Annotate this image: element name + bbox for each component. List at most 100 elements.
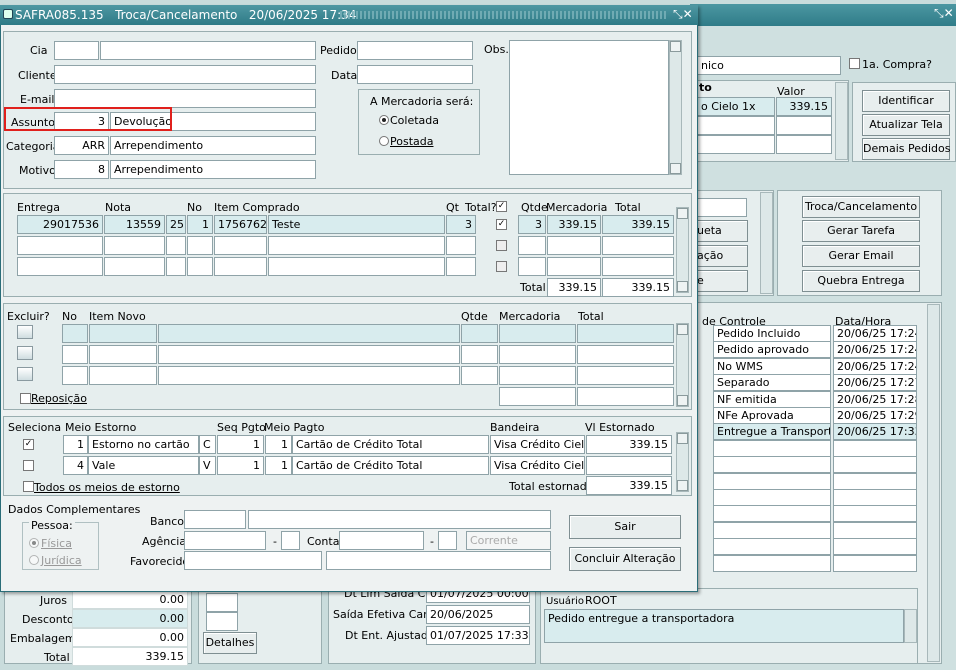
agencia-field[interactable] xyxy=(184,531,266,550)
items-scrollbar[interactable] xyxy=(676,207,689,293)
demais-pedidos-button[interactable]: Demais Pedidos xyxy=(862,138,950,160)
estorno-cell[interactable]: 1 xyxy=(265,435,292,454)
log-row-datahora[interactable] xyxy=(833,439,917,457)
log-row-controle[interactable] xyxy=(713,554,831,572)
bg-pagamento-row[interactable]: o Cielo 1x xyxy=(697,97,775,116)
concluir-alteracao-button[interactable]: Concluir Alteração xyxy=(569,547,681,571)
item-total[interactable]: 339.15 xyxy=(602,215,674,234)
item-empty-cell[interactable] xyxy=(214,236,267,255)
bg-window-close-icon[interactable]: ⤡✕ xyxy=(934,6,954,21)
obs-scrollbar[interactable] xyxy=(669,40,682,175)
item-empty-cell[interactable] xyxy=(446,236,476,255)
bg-cut-button-2[interactable]: ação xyxy=(690,245,748,267)
item-empty-cell[interactable] xyxy=(268,236,445,255)
item-empty-cell[interactable] xyxy=(187,236,213,255)
primeira-compra-checkbox[interactable] xyxy=(849,58,860,69)
fisica-radio[interactable] xyxy=(29,538,39,548)
estorno-cell[interactable]: Cartão de Crédito Total xyxy=(292,456,489,475)
new-item-cell[interactable] xyxy=(89,324,157,343)
item-qtde[interactable]: 3 xyxy=(518,215,546,234)
item-total-checkbox[interactable] xyxy=(496,240,507,251)
log-row-datahora[interactable]: 20/06/25 17:33 xyxy=(833,423,917,441)
atualizar-tela-button[interactable]: Atualizar Tela xyxy=(862,114,950,136)
new-item-cell[interactable] xyxy=(158,345,460,364)
log-row-datahora[interactable] xyxy=(833,521,917,539)
new-item-cell[interactable] xyxy=(461,345,498,364)
seleciona-checkbox[interactable]: ✓ xyxy=(23,439,34,450)
item-empty-cell[interactable] xyxy=(602,257,674,276)
categoria-desc-field[interactable]: Arrependimento xyxy=(110,136,316,155)
close-icon[interactable]: ⤡✕ xyxy=(673,7,693,22)
item-entrega[interactable]: 29017536 xyxy=(17,215,103,234)
estorno-scrollbar[interactable] xyxy=(676,432,689,492)
conta-field[interactable] xyxy=(339,531,424,550)
log-row-controle[interactable] xyxy=(713,456,831,474)
log-row-datahora[interactable]: 20/06/25 17:24 xyxy=(833,341,917,359)
bg-pag-scrollbar[interactable] xyxy=(835,82,848,160)
item-total-checkbox[interactable]: ✓ xyxy=(496,219,507,230)
status-scrollbar[interactable] xyxy=(904,609,917,643)
detalhes-button[interactable]: Detalhes xyxy=(203,632,257,654)
new-item-cell[interactable] xyxy=(62,324,88,343)
total-all-checkbox[interactable]: ✓ xyxy=(496,201,507,212)
excluir-icon[interactable] xyxy=(17,325,33,339)
log-row-controle[interactable] xyxy=(713,489,831,506)
cliente-field[interactable] xyxy=(54,65,316,84)
item-empty-cell[interactable] xyxy=(602,236,674,255)
item-empty-cell[interactable] xyxy=(104,257,165,276)
item-empty-cell[interactable] xyxy=(187,257,213,276)
log-row-controle[interactable]: NFe Aprovada xyxy=(713,407,831,424)
new-item-cell[interactable] xyxy=(499,324,576,343)
estorno-cell[interactable]: V xyxy=(199,456,216,475)
bg-pag-empty-3[interactable] xyxy=(697,135,775,154)
date-value[interactable]: 01/07/2025 17:33 xyxy=(426,626,530,645)
item-empty-cell[interactable] xyxy=(518,257,546,276)
excluir-icon[interactable] xyxy=(17,367,33,381)
bg-pag-empty-1[interactable] xyxy=(697,116,775,135)
date-value[interactable]: 20/06/2025 xyxy=(426,605,530,624)
new-item-cell[interactable] xyxy=(89,366,157,385)
conta-dv-field[interactable] xyxy=(438,531,457,550)
gerar-email-button[interactable]: Gerar Email xyxy=(802,245,920,267)
log-row-datahora[interactable] xyxy=(833,472,917,490)
log-row-datahora[interactable]: 20/06/25 17:24 xyxy=(833,357,917,375)
bg-cut-button-1[interactable]: ueta xyxy=(690,220,748,242)
estorno-cell[interactable]: Vale xyxy=(88,456,199,475)
estorno-cell[interactable]: Visa Crédito Cielo xyxy=(490,456,585,475)
estorno-cell[interactable]: C xyxy=(199,435,216,454)
estorno-cell[interactable]: Estorno no cartão xyxy=(88,435,199,454)
log-row-datahora[interactable] xyxy=(833,554,917,572)
item-nota[interactable]: 13559 xyxy=(104,215,165,234)
log-row-controle[interactable]: Pedido Incluido xyxy=(713,325,831,342)
item-no[interactable]: 1 xyxy=(187,215,213,234)
item-empty-cell[interactable] xyxy=(446,257,476,276)
log-row-datahora[interactable]: 20/06/25 17:29 xyxy=(833,407,917,424)
new-item-cell[interactable] xyxy=(62,366,88,385)
item-empty-cell[interactable] xyxy=(518,236,546,255)
log-row-datahora[interactable] xyxy=(833,505,917,523)
obs-textarea[interactable] xyxy=(509,40,669,175)
item-code[interactable]: 1756762 xyxy=(214,215,267,234)
gerar-tarefa-button[interactable]: Gerar Tarefa xyxy=(802,220,920,242)
estorno-cell[interactable] xyxy=(586,456,672,475)
item-empty-cell[interactable] xyxy=(17,257,103,276)
item-empty-cell[interactable] xyxy=(547,236,601,255)
item-empty-cell[interactable] xyxy=(268,257,445,276)
bg-pag-empty-2[interactable] xyxy=(776,116,832,135)
motivo-desc-field[interactable]: Arrependimento xyxy=(110,160,316,179)
item-total-checkbox[interactable] xyxy=(496,261,507,272)
favorecido-doc-field[interactable] xyxy=(326,551,551,570)
excluir-icon[interactable] xyxy=(17,346,33,360)
item-empty-cell[interactable] xyxy=(547,257,601,276)
conta-tipo-select[interactable]: Corrente xyxy=(466,531,551,550)
new-item-cell[interactable] xyxy=(158,324,460,343)
seleciona-checkbox[interactable] xyxy=(23,460,34,471)
bg-cut-field[interactable] xyxy=(697,198,747,217)
log-row-controle[interactable] xyxy=(713,521,831,539)
identificar-button[interactable]: Identificar xyxy=(862,90,950,112)
motivo-code-field[interactable]: 8 xyxy=(54,160,109,179)
estorno-cell[interactable]: 339.15 xyxy=(586,435,672,454)
categoria-code-field[interactable]: ARR xyxy=(54,136,109,155)
postada-radio[interactable] xyxy=(379,136,389,146)
item-serie[interactable]: 25 xyxy=(166,215,186,234)
